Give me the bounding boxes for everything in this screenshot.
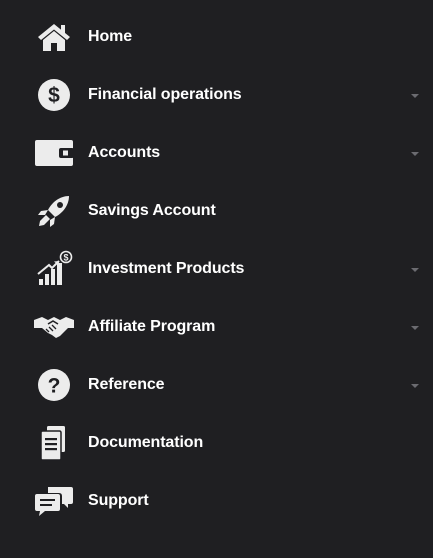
svg-text:$: $ [63,253,68,263]
sidebar-item-label: Financial operations [88,86,242,103]
sidebar-item-label: Accounts [88,144,161,161]
sidebar-item-financial-operations[interactable]: $ Financial operations [0,66,433,124]
document-icon [34,423,74,463]
chevron-down-icon[interactable] [411,94,419,98]
sidebar-item-label: Affiliate Program [88,318,216,335]
svg-text:$: $ [48,84,60,107]
sidebar-item-home[interactable]: Home [0,8,433,66]
sidebar-item-support[interactable]: Support [0,472,433,530]
wallet-icon [34,133,74,173]
chat-icon [34,481,74,521]
chevron-down-icon[interactable] [411,268,419,272]
chevron-down-icon[interactable] [411,326,419,330]
sidebar-item-investment-products[interactable]: $ Investment Products [0,240,433,298]
sidebar-item-label: Documentation [88,434,204,451]
sidebar-item-label: Reference [88,376,165,393]
sidebar-item-label: Investment Products [88,260,245,277]
sidebar-item-label: Savings Account [88,202,216,219]
sidebar-item-label: Support [88,492,149,509]
svg-text:?: ? [48,375,61,398]
sidebar-nav: Home $ Financial operations Accounts Sav… [0,0,433,558]
sidebar-item-affiliate-program[interactable]: Affiliate Program [0,298,433,356]
home-icon [34,17,74,57]
sidebar-item-documentation[interactable]: Documentation [0,414,433,472]
dollar-icon: $ [34,75,74,115]
sidebar-item-savings-account[interactable]: Savings Account [0,182,433,240]
growth-chart-icon: $ [34,249,74,289]
sidebar-item-accounts[interactable]: Accounts [0,124,433,182]
handshake-icon [34,307,74,347]
chevron-down-icon[interactable] [411,384,419,388]
sidebar-item-reference[interactable]: ? Reference [0,356,433,414]
rocket-icon [34,191,74,231]
sidebar-item-label: Home [88,28,133,45]
chevron-down-icon[interactable] [411,152,419,156]
question-icon: ? [34,365,74,405]
